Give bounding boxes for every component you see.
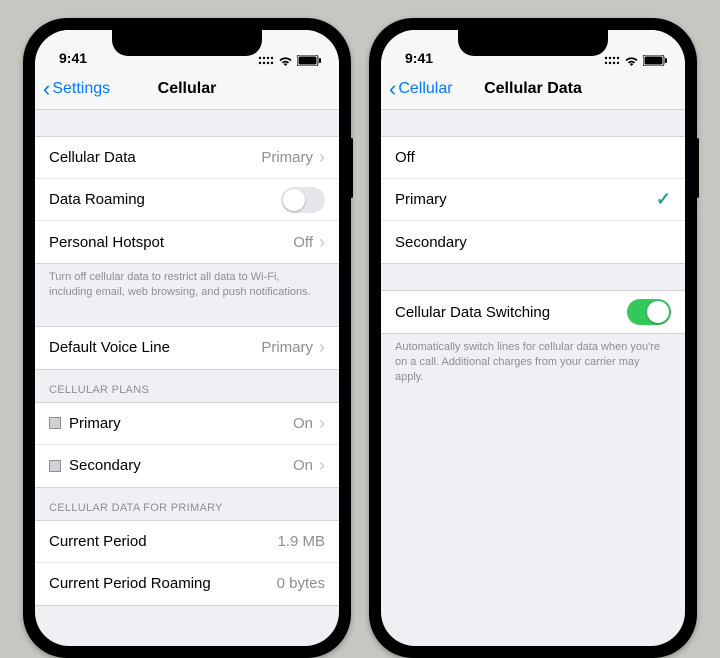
row-label: Primary [69,415,121,432]
option-secondary[interactable]: Secondary [381,221,685,263]
row-data-roaming[interactable]: Data Roaming [35,179,339,221]
row-value: 1.9 MB [277,533,325,550]
notch [112,30,262,56]
back-label: Cellular [398,80,452,98]
chevron-right-icon: › [319,413,325,434]
chevron-right-icon: › [319,232,325,253]
back-button[interactable]: ‹ Settings [43,78,110,100]
switching-footer: Automatically switch lines for cellular … [381,334,685,385]
chevron-right-icon: › [319,337,325,358]
row-label: Current Period Roaming [49,575,211,592]
row-current-period-roaming: Current Period Roaming 0 bytes [35,563,339,605]
row-value: On [293,415,313,432]
battery-icon [643,55,667,66]
wifi-icon [278,55,293,66]
row-plan-primary[interactable]: Primary On › [35,403,339,445]
plan-color-icon [49,460,61,472]
chevron-right-icon: › [319,455,325,476]
notch [458,30,608,56]
back-label: Settings [52,80,110,98]
chevron-right-icon: › [319,147,325,168]
battery-icon [297,55,321,66]
row-current-period: Current Period 1.9 MB [35,521,339,563]
nav-bar: ‹ Settings Cellular [35,68,339,110]
row-personal-hotspot[interactable]: Personal Hotspot Off › [35,221,339,263]
row-label: Off [395,149,415,166]
checkmark-icon: ✓ [656,189,671,210]
row-plan-secondary[interactable]: Secondary On › [35,445,339,487]
row-label: Secondary [395,234,467,251]
back-button[interactable]: ‹ Cellular [389,78,453,100]
status-indicators [258,55,321,66]
row-label: Primary [395,191,447,208]
chevron-left-icon: ‹ [43,78,50,100]
row-label: Data Roaming [49,191,145,208]
row-label: Cellular Data [49,149,136,166]
row-cellular-data-switching[interactable]: Cellular Data Switching [381,291,685,333]
row-value: Off [293,234,313,251]
row-label: Personal Hotspot [49,234,164,251]
plans-header: CELLULAR PLANS [35,370,339,402]
dual-sim-icon [604,56,620,66]
status-time: 9:41 [405,50,433,66]
nav-bar: ‹ Cellular Cellular Data [381,68,685,110]
plan-color-icon [49,417,61,429]
cellular-footer: Turn off cellular data to restrict all d… [35,264,339,300]
row-label: Secondary [69,457,141,474]
wifi-icon [624,55,639,66]
phone-right: 9:41 ‹ Cellular [369,18,697,658]
row-label: Cellular Data Switching [395,304,550,321]
status-time: 9:41 [59,50,87,66]
row-label: Default Voice Line [49,339,170,356]
status-indicators [604,55,667,66]
toggle-cellular-data-switching[interactable] [627,299,671,325]
row-label: Current Period [49,533,147,550]
row-value: On [293,457,313,474]
dual-sim-icon [258,56,274,66]
option-off[interactable]: Off [381,137,685,179]
phone-left: 9:41 ‹ Settings [23,18,351,658]
data-usage-header: CELLULAR DATA FOR PRIMARY [35,488,339,520]
option-primary[interactable]: Primary ✓ [381,179,685,221]
row-value: Primary [261,339,313,356]
row-cellular-data[interactable]: Cellular Data Primary › [35,137,339,179]
chevron-left-icon: ‹ [389,78,396,100]
row-default-voice-line[interactable]: Default Voice Line Primary › [35,327,339,369]
toggle-data-roaming[interactable] [281,187,325,213]
row-value: 0 bytes [277,575,325,592]
row-value: Primary [261,149,313,166]
